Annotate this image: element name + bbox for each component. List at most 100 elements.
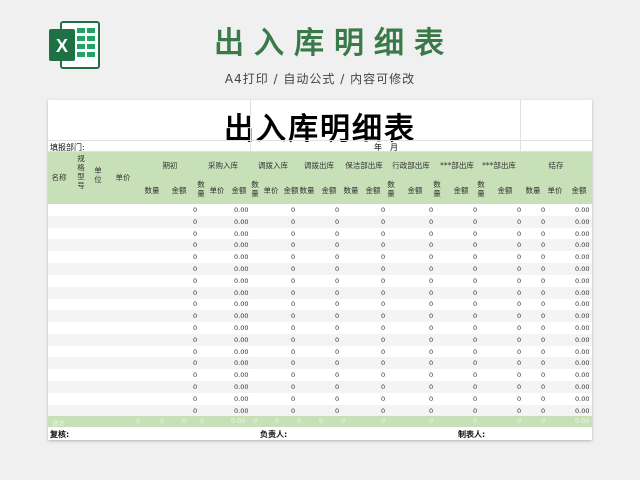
table-cell[interactable]: 0.00 <box>234 407 248 415</box>
table-cell[interactable]: 0 <box>473 300 477 308</box>
table-cell[interactable]: 0 <box>429 324 433 332</box>
table-cell[interactable]: 0 <box>381 312 385 320</box>
total-cell[interactable]: 0 <box>473 417 477 425</box>
table-cell[interactable]: 0 <box>381 289 385 297</box>
table-cell[interactable]: 0.00 <box>575 289 589 297</box>
table-cell[interactable]: 0 <box>473 324 477 332</box>
table-cell[interactable]: 0 <box>381 359 385 367</box>
table-cell[interactable]: 0 <box>291 289 295 297</box>
table-cell[interactable]: 0 <box>193 230 197 238</box>
table-cell[interactable]: 0 <box>193 395 197 403</box>
table-cell[interactable]: 0 <box>473 407 477 415</box>
table-cell[interactable]: 0 <box>473 206 477 214</box>
table-cell[interactable]: 0 <box>291 312 295 320</box>
table-cell[interactable]: 0 <box>541 300 545 308</box>
total-cell[interactable]: 0 <box>160 417 164 425</box>
table-cell[interactable]: 0 <box>541 359 545 367</box>
table-cell[interactable]: 0.00 <box>575 359 589 367</box>
total-cell[interactable]: 0 <box>200 417 204 425</box>
table-cell[interactable]: 0.00 <box>234 324 248 332</box>
total-cell[interactable]: 0 <box>381 417 385 425</box>
table-cell[interactable]: 0 <box>193 407 197 415</box>
table-cell[interactable]: 0 <box>517 359 521 367</box>
table-cell[interactable]: 0 <box>193 253 197 261</box>
table-cell[interactable]: 0 <box>381 206 385 214</box>
table-cell[interactable]: 0 <box>193 348 197 356</box>
table-cell[interactable]: 0 <box>193 289 197 297</box>
table-cell[interactable]: 0 <box>291 407 295 415</box>
table-cell[interactable]: 0 <box>517 336 521 344</box>
table-cell[interactable]: 0 <box>193 359 197 367</box>
table-cell[interactable]: 0.00 <box>575 324 589 332</box>
table-cell[interactable]: 0 <box>517 241 521 249</box>
table-cell[interactable]: 0.00 <box>234 359 248 367</box>
table-cell[interactable]: 0.00 <box>575 336 589 344</box>
table-cell[interactable]: 0 <box>335 289 339 297</box>
table-cell[interactable]: 0 <box>473 265 477 273</box>
table-cell[interactable]: 0 <box>473 395 477 403</box>
table-cell[interactable]: 0 <box>291 371 295 379</box>
table-cell[interactable]: 0 <box>541 312 545 320</box>
table-cell[interactable]: 0.00 <box>234 241 248 249</box>
total-cell[interactable]: 0 <box>541 417 545 425</box>
table-cell[interactable]: 0 <box>291 383 295 391</box>
table-cell[interactable]: 0 <box>193 371 197 379</box>
table-cell[interactable]: 0.00 <box>575 218 589 226</box>
table-cell[interactable]: 0 <box>517 277 521 285</box>
table-cell[interactable]: 0 <box>541 336 545 344</box>
table-cell[interactable]: 0 <box>335 312 339 320</box>
table-cell[interactable]: 0 <box>193 218 197 226</box>
table-cell[interactable]: 0.00 <box>575 395 589 403</box>
table-cell[interactable]: 0 <box>429 253 433 261</box>
table-cell[interactable]: 0 <box>541 383 545 391</box>
table-cell[interactable]: 0 <box>193 277 197 285</box>
table-cell[interactable]: 0 <box>381 277 385 285</box>
table-cell[interactable]: 0 <box>291 206 295 214</box>
table-cell[interactable]: 0 <box>429 289 433 297</box>
table-cell[interactable]: 0 <box>517 265 521 273</box>
table-cell[interactable]: 0 <box>381 230 385 238</box>
table-cell[interactable]: 0 <box>473 241 477 249</box>
table-cell[interactable]: 0 <box>429 218 433 226</box>
total-cell[interactable]: 0 <box>182 417 186 425</box>
table-cell[interactable]: 0.00 <box>575 407 589 415</box>
table-cell[interactable]: 0 <box>291 253 295 261</box>
table-cell[interactable]: 0 <box>541 407 545 415</box>
table-cell[interactable]: 0 <box>541 348 545 356</box>
table-cell[interactable]: 0.00 <box>234 206 248 214</box>
table-cell[interactable]: 0.00 <box>234 253 248 261</box>
table-cell[interactable]: 0 <box>517 371 521 379</box>
table-cell[interactable]: 0.00 <box>234 371 248 379</box>
total-cell[interactable]: 0 <box>275 417 279 425</box>
table-cell[interactable]: 0 <box>429 206 433 214</box>
table-cell[interactable]: 0.00 <box>575 206 589 214</box>
table-cell[interactable]: 0 <box>429 241 433 249</box>
table-cell[interactable]: 0 <box>291 300 295 308</box>
table-cell[interactable]: 0 <box>335 253 339 261</box>
table-cell[interactable]: 0 <box>429 359 433 367</box>
table-cell[interactable]: 0 <box>473 289 477 297</box>
table-cell[interactable]: 0 <box>429 371 433 379</box>
table-cell[interactable]: 0 <box>381 218 385 226</box>
total-cell[interactable]: 0 <box>517 417 521 425</box>
table-cell[interactable]: 0.00 <box>575 265 589 273</box>
table-cell[interactable]: 0 <box>335 359 339 367</box>
table-cell[interactable]: 0.00 <box>575 253 589 261</box>
table-cell[interactable]: 0 <box>193 265 197 273</box>
table-cell[interactable]: 0 <box>381 265 385 273</box>
table-cell[interactable]: 0 <box>381 300 385 308</box>
table-cell[interactable]: 0 <box>335 324 339 332</box>
table-cell[interactable]: 0 <box>381 336 385 344</box>
table-cell[interactable]: 0 <box>193 241 197 249</box>
table-cell[interactable]: 0 <box>429 265 433 273</box>
table-cell[interactable]: 0 <box>541 230 545 238</box>
table-cell[interactable]: 0 <box>541 395 545 403</box>
table-cell[interactable]: 0 <box>381 371 385 379</box>
table-cell[interactable]: 0.00 <box>234 336 248 344</box>
total-cell[interactable]: 0 <box>136 417 140 425</box>
table-cell[interactable]: 0 <box>541 218 545 226</box>
table-cell[interactable]: 0 <box>335 407 339 415</box>
table-cell[interactable]: 0 <box>381 407 385 415</box>
table-cell[interactable]: 0 <box>335 371 339 379</box>
table-cell[interactable]: 0 <box>473 277 477 285</box>
